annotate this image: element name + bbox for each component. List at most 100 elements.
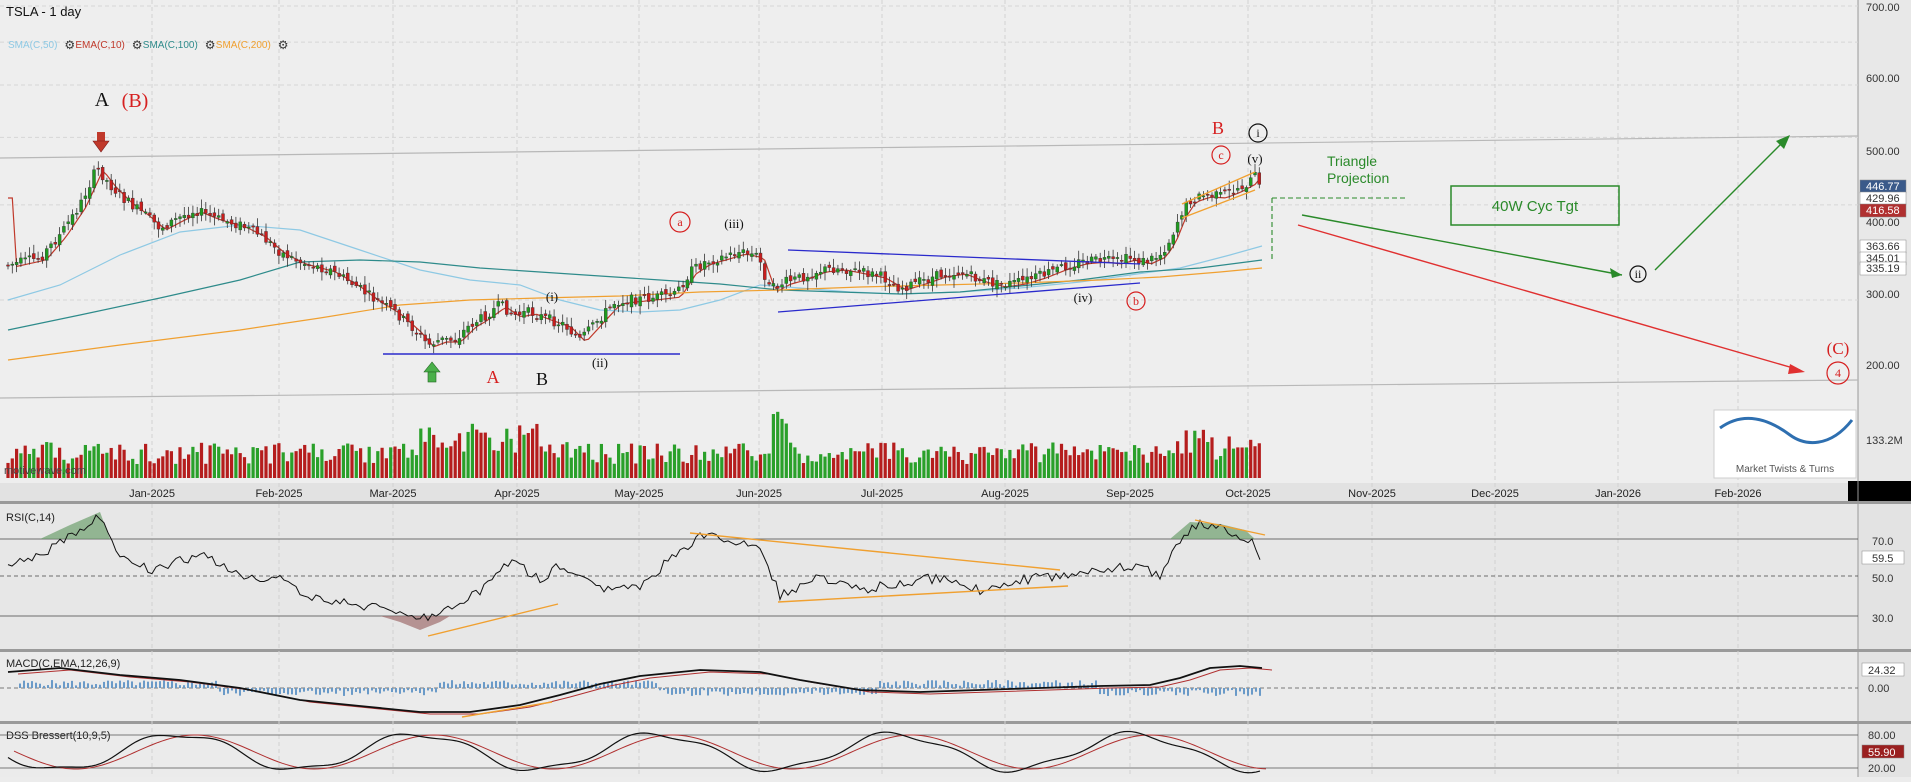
volume-bar — [1081, 452, 1085, 478]
macd-histogram-bar — [103, 681, 105, 688]
macd-histogram-bar — [147, 681, 149, 688]
volume-bar — [647, 459, 651, 478]
wave-label-0: A — [95, 89, 110, 111]
volume-bar — [832, 457, 836, 478]
volume-bar — [350, 444, 354, 478]
volume-bar — [419, 428, 423, 478]
macd-histogram-bar — [519, 683, 521, 688]
legend-sma-c-200-: SMA(C,200) — [216, 40, 271, 51]
volume-bar — [178, 447, 182, 478]
volume-bar — [285, 461, 290, 478]
volume-bar — [715, 453, 720, 478]
volume-bar — [1188, 452, 1193, 478]
macd-histogram-bar — [579, 681, 581, 688]
volume-bar — [535, 423, 539, 478]
volume-bar — [1021, 444, 1025, 478]
macd-histogram-bar — [379, 688, 381, 694]
candle-body — [930, 276, 935, 286]
volume-bar — [728, 453, 732, 478]
tsla-chart-svg[interactable]: A (B)A BB(i)(ii)(iii)(iv)(v)(C)abciii4Tria… — [0, 0, 1911, 777]
volume-bar — [1227, 436, 1231, 478]
macd-histogram-bar — [695, 688, 697, 695]
macd-histogram-bar — [731, 688, 733, 692]
volume-bar — [849, 448, 853, 478]
candle-body — [414, 332, 419, 335]
macd-histogram-bar — [515, 684, 517, 688]
macd-histogram-bar — [403, 688, 405, 693]
candle-body — [479, 314, 483, 322]
macd-histogram-bar — [75, 685, 77, 688]
candle-body — [487, 316, 492, 320]
candle-body — [427, 338, 432, 345]
macd-histogram-bar — [707, 688, 709, 696]
macd-histogram-bar — [1015, 685, 1017, 688]
volume-bar — [591, 459, 595, 478]
gear-icon: ⚙ — [64, 38, 75, 52]
candle-body — [625, 302, 629, 305]
candle-body — [161, 227, 165, 231]
volume-bar — [1004, 458, 1008, 478]
candle-body — [389, 300, 393, 308]
candle-body — [173, 218, 178, 220]
candle-body — [143, 211, 148, 214]
macd-histogram-bar — [127, 680, 129, 688]
volume-bar — [827, 453, 831, 478]
volume-bar — [892, 442, 896, 478]
time-tick: Mar-2025 — [369, 488, 416, 500]
volume-bar — [1029, 443, 1033, 478]
macd-histogram-bar — [623, 681, 625, 688]
candle-body — [1068, 267, 1072, 270]
candle-body — [225, 221, 230, 224]
macd-histogram-bar — [355, 688, 357, 692]
volume-bar — [225, 449, 229, 478]
volume-bar — [1064, 449, 1068, 478]
candle-body — [1119, 260, 1124, 262]
macd-histogram-bar — [1211, 688, 1213, 693]
candle-body — [647, 293, 651, 302]
macd-histogram-bar — [567, 681, 569, 688]
candle-body — [595, 321, 599, 323]
candle-body — [96, 167, 101, 170]
candle-body — [836, 268, 840, 273]
volume-bar — [819, 454, 823, 478]
volume-bar — [1249, 439, 1253, 478]
macd-histogram-bar — [999, 684, 1001, 688]
macd-histogram-bar — [451, 680, 453, 688]
candle-body — [518, 311, 522, 315]
macd-histogram-bar — [991, 682, 993, 688]
candle-body — [23, 257, 27, 260]
volume-bar — [943, 451, 947, 478]
macd-histogram-bar — [1103, 688, 1105, 695]
candle-body — [1003, 286, 1008, 289]
volume-bar — [427, 427, 431, 478]
macd-histogram-bar — [1219, 688, 1221, 695]
pane-divider-1[interactable] — [0, 501, 1911, 504]
candle-body — [943, 275, 948, 278]
volume-bar — [371, 462, 376, 478]
candle-body — [509, 312, 513, 315]
triangle-projection-line: Triangle — [1327, 153, 1377, 169]
pane-divider-2[interactable] — [0, 649, 1911, 652]
candle-body — [36, 258, 40, 260]
legend-sma-c-100-: SMA(C,100) — [143, 40, 198, 51]
volume-bar — [1244, 447, 1248, 478]
macd-histogram-bar — [1235, 688, 1237, 696]
macd-histogram-bar — [527, 684, 529, 688]
macd-histogram-bar — [1239, 688, 1241, 692]
volume-bar — [247, 463, 251, 478]
candle-body — [866, 270, 870, 278]
macd-histogram-bar — [511, 684, 513, 688]
volume-bar — [105, 452, 109, 478]
macd-histogram-bar — [779, 688, 781, 695]
volume-bar — [290, 452, 294, 478]
macd-histogram-bar — [1003, 685, 1005, 688]
macd-histogram-bar — [339, 688, 341, 691]
volume-bar — [1120, 452, 1124, 478]
candle-body — [216, 215, 221, 218]
candle-body — [1162, 252, 1167, 256]
macd-histogram-bar — [115, 683, 117, 688]
volume-bar — [1184, 430, 1188, 478]
candle-body — [995, 280, 999, 290]
volume-bar — [1090, 450, 1094, 478]
pane-divider-3[interactable] — [0, 721, 1911, 724]
